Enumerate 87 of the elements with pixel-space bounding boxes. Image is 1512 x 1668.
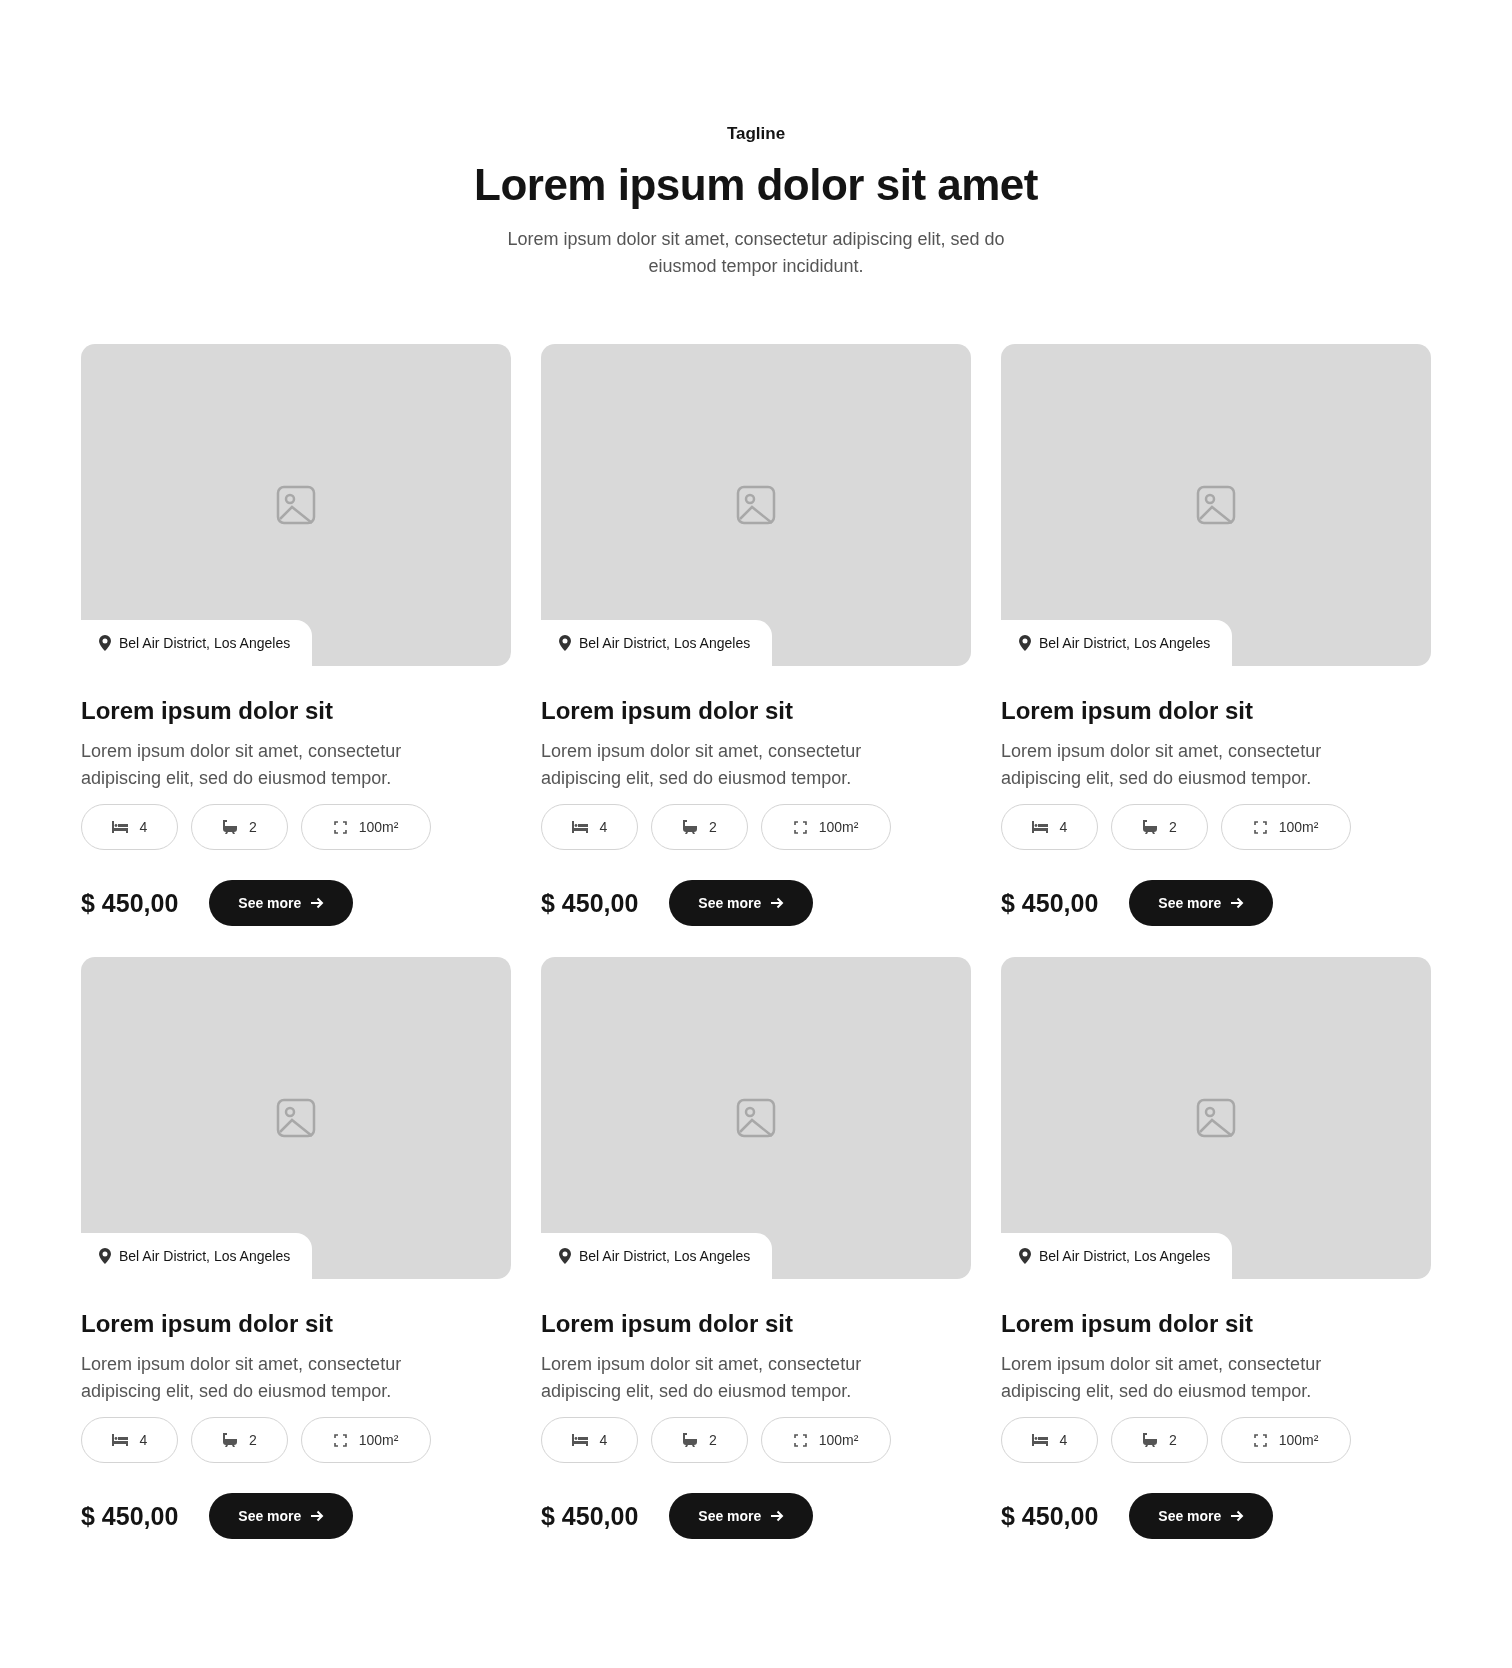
bathtub-icon: [682, 1433, 698, 1447]
see-more-button[interactable]: See more: [209, 880, 354, 926]
see-more-button[interactable]: See more: [1129, 1493, 1274, 1539]
see-more-button[interactable]: See more: [1129, 880, 1274, 926]
image-icon: [736, 485, 776, 525]
location-pin-icon: [559, 1248, 571, 1264]
price: $ 450,00: [1001, 888, 1099, 918]
feature-value: 100m²: [1278, 1432, 1319, 1448]
expand-icon: [1253, 820, 1267, 834]
price: $ 450,00: [1001, 1501, 1099, 1531]
expand-icon: [793, 1433, 807, 1447]
feature-value: 2: [709, 1432, 717, 1448]
bathtub-icon: [1142, 1433, 1158, 1447]
feature-value: 100m²: [818, 819, 859, 835]
feature-value: 4: [599, 1432, 608, 1448]
image-icon: [276, 1098, 316, 1138]
location-text: Bel Air District, Los Angeles: [579, 1248, 751, 1264]
feature-value: 2: [1169, 1432, 1177, 1448]
expand-icon: [333, 1433, 347, 1447]
location-text: Bel Air District, Los Angeles: [1039, 635, 1211, 651]
feature-value: 4: [599, 819, 608, 835]
arrow-right-icon: [311, 1510, 325, 1522]
section-subtitle: Lorem ipsum dolor sit amet, consectetur adipiscing elit, sed do eiusmod tempor incididunt.: [506, 228, 1006, 278]
feature-value: 100m²: [1278, 819, 1319, 835]
price: $ 450,00: [541, 888, 639, 918]
card-description: Lorem ipsum dolor sit amet, consectetur adipiscing elit, sed do eiusmod tempor.: [541, 1353, 863, 1403]
arrow-right-icon: [771, 897, 785, 909]
card-description: Lorem ipsum dolor sit amet, consectetur adipiscing elit, sed do eiusmod tempor.: [81, 1353, 403, 1403]
image-icon: [276, 485, 316, 525]
price: $ 450,00: [81, 888, 179, 918]
location-pin-icon: [99, 635, 111, 651]
card-description: Lorem ipsum dolor sit amet, consectetur adipiscing elit, sed do eiusmod tempor.: [541, 740, 863, 790]
feature-value: 100m²: [358, 819, 399, 835]
feature-value: 2: [249, 1432, 257, 1448]
feature-value: 4: [1059, 1432, 1068, 1448]
location-text: Bel Air District, Los Angeles: [119, 1248, 291, 1264]
feature-value: 100m²: [818, 1432, 859, 1448]
card-description: Lorem ipsum dolor sit amet, consectetur adipiscing elit, sed do eiusmod tempor.: [1001, 740, 1323, 790]
arrow-right-icon: [311, 897, 325, 909]
card-title: Lorem ipsum dolor sit: [1001, 696, 1255, 726]
bed-icon: [571, 821, 588, 833]
card-title: Lorem ipsum dolor sit: [1001, 1309, 1255, 1339]
price: $ 450,00: [81, 1501, 179, 1531]
expand-icon: [793, 820, 807, 834]
card-description: Lorem ipsum dolor sit amet, consectetur adipiscing elit, sed do eiusmod tempor.: [81, 740, 403, 790]
image-icon: [736, 1098, 776, 1138]
bed-icon: [111, 1434, 128, 1446]
feature-value: 4: [139, 1432, 148, 1448]
bed-icon: [571, 1434, 588, 1446]
feature-value: 2: [249, 819, 257, 835]
card-description: Lorem ipsum dolor sit amet, consectetur adipiscing elit, sed do eiusmod tempor.: [1001, 1353, 1323, 1403]
bathtub-icon: [682, 820, 698, 834]
feature-value: 2: [709, 819, 717, 835]
location-text: Bel Air District, Los Angeles: [1039, 1248, 1211, 1264]
card-title: Lorem ipsum dolor sit: [541, 1309, 795, 1339]
location-pin-icon: [1019, 1248, 1031, 1264]
image-icon: [1196, 1098, 1236, 1138]
tagline: Tagline: [726, 123, 786, 145]
feature-value: 4: [1059, 819, 1068, 835]
bed-icon: [1031, 821, 1048, 833]
feature-value: 4: [139, 819, 148, 835]
card-title: Lorem ipsum dolor sit: [81, 696, 335, 726]
see-more-button[interactable]: See more: [669, 1493, 814, 1539]
arrow-right-icon: [771, 1510, 785, 1522]
arrow-right-icon: [1231, 897, 1245, 909]
bathtub-icon: [222, 820, 238, 834]
arrow-right-icon: [1231, 1510, 1245, 1522]
section-title: Lorem ipsum dolor sit amet: [474, 159, 1038, 211]
expand-icon: [333, 820, 347, 834]
image-icon: [1196, 485, 1236, 525]
price: $ 450,00: [541, 1501, 639, 1531]
location-pin-icon: [99, 1248, 111, 1264]
feature-value: 2: [1169, 819, 1177, 835]
see-more-button[interactable]: See more: [209, 1493, 354, 1539]
card-title: Lorem ipsum dolor sit: [81, 1309, 335, 1339]
location-text: Bel Air District, Los Angeles: [119, 635, 291, 651]
feature-value: 100m²: [358, 1432, 399, 1448]
expand-icon: [1253, 1433, 1267, 1447]
bathtub-icon: [1142, 820, 1158, 834]
location-text: Bel Air District, Los Angeles: [579, 635, 751, 651]
location-pin-icon: [1019, 635, 1031, 651]
bathtub-icon: [222, 1433, 238, 1447]
card-title: Lorem ipsum dolor sit: [541, 696, 795, 726]
see-more-button[interactable]: See more: [669, 880, 814, 926]
bed-icon: [111, 821, 128, 833]
location-pin-icon: [559, 635, 571, 651]
bed-icon: [1031, 1434, 1048, 1446]
